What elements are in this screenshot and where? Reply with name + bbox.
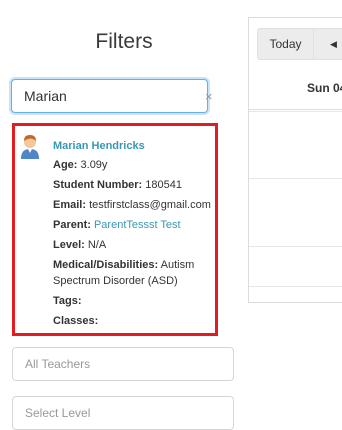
triangle-left-icon: ◀: [330, 38, 337, 49]
age-label: Age:: [53, 159, 78, 171]
medical-label: Medical/Disabilities:: [53, 259, 159, 271]
level-row: Level: N/A: [53, 237, 211, 253]
student-search-input[interactable]: [12, 80, 205, 112]
email-value: testfirstclass@gmail.com: [89, 199, 211, 211]
student-number-row: Student Number: 180541: [53, 177, 211, 193]
time-slot-divider: [249, 111, 342, 112]
email-row: Email: testfirstclass@gmail.com: [53, 197, 211, 213]
student-name-link[interactable]: Marian Hendricks: [53, 138, 211, 154]
age-row: Age: 3.09y: [53, 157, 211, 173]
student-avatar-icon: [21, 135, 39, 159]
student-details: Marian Hendricks Age: 3.09y Student Numb…: [53, 138, 211, 333]
calendar-panel: Today ◀ Sun 04: [248, 17, 342, 303]
classes-label: Classes:: [53, 315, 99, 327]
parent-link[interactable]: ParentTessst Test: [94, 219, 181, 231]
parent-row: Parent: ParentTessst Test: [53, 217, 211, 233]
classes-row: Classes:: [53, 313, 211, 329]
medical-row: Medical/Disabilities: Autism Spectrum Di…: [53, 257, 211, 289]
level-label: Level:: [53, 239, 85, 251]
student-result-card[interactable]: Marian Hendricks Age: 3.09y Student Numb…: [12, 123, 218, 336]
student-search-box[interactable]: ×: [11, 79, 213, 113]
tags-row: Tags:: [53, 293, 211, 309]
age-value: 3.09y: [80, 159, 108, 171]
filters-title: Filters: [95, 30, 153, 53]
clear-search-icon[interactable]: ×: [205, 89, 213, 104]
today-button[interactable]: Today: [257, 28, 314, 60]
email-label: Email:: [53, 199, 87, 211]
student-number-label: Student Number:: [53, 179, 143, 191]
parent-label: Parent:: [53, 219, 91, 231]
time-slot-divider: [249, 286, 342, 287]
time-slot-divider: [249, 246, 342, 247]
calendar-toolbar: Today ◀: [257, 28, 342, 60]
student-number-value: 180541: [145, 179, 183, 191]
day-header-label: Sun 04: [307, 81, 342, 95]
day-column-header: Sun 04: [249, 67, 342, 110]
tags-label: Tags:: [53, 295, 82, 307]
prev-button[interactable]: ◀: [314, 28, 342, 60]
time-slot-divider: [249, 178, 342, 179]
level-value: N/A: [87, 239, 107, 251]
teachers-select[interactable]: All Teachers: [12, 347, 234, 381]
